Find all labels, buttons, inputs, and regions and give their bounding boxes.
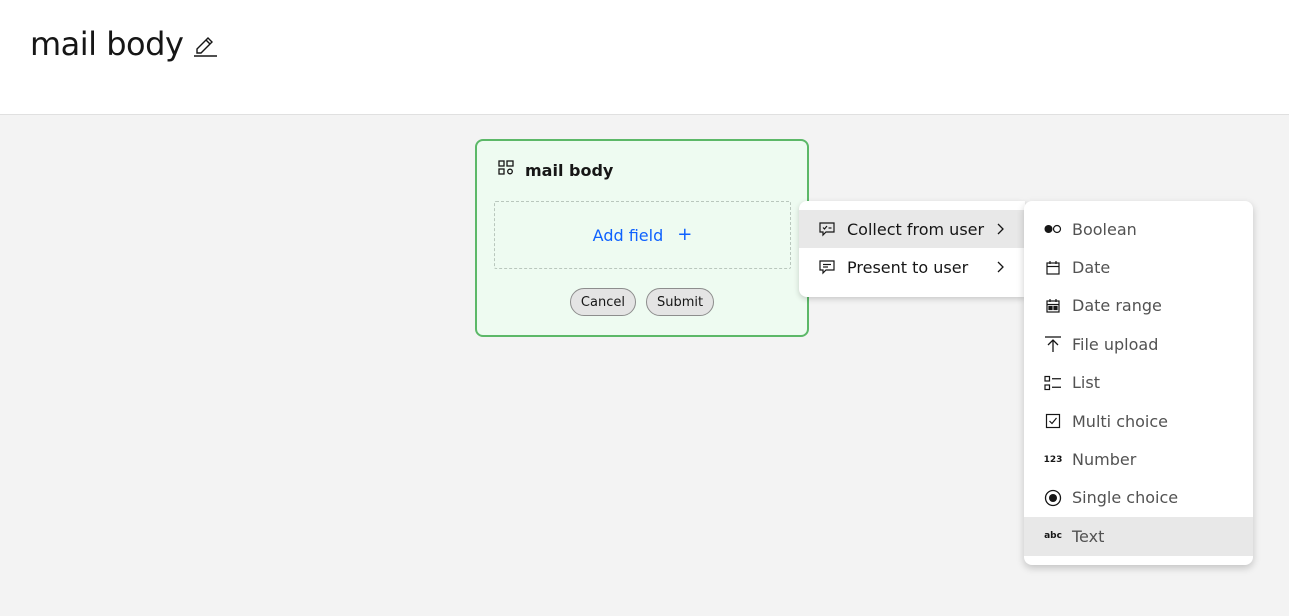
- radio-icon: [1044, 489, 1062, 507]
- text-icon: abc: [1044, 531, 1062, 542]
- menu-item-collect-from-user[interactable]: Collect from user: [799, 210, 1025, 248]
- submenu-item-label: Single choice: [1072, 488, 1179, 508]
- page-title: mail body: [30, 25, 184, 63]
- form-card[interactable]: mail body Add field + Cancel Submit: [475, 139, 809, 337]
- field-type-menu: Collect from user Present to user: [799, 201, 1025, 297]
- calendar-icon: [1044, 259, 1062, 277]
- submenu-item-list[interactable]: List: [1024, 364, 1253, 402]
- menu-item-present-to-user[interactable]: Present to user: [799, 248, 1025, 286]
- submenu-item-date[interactable]: Date: [1024, 248, 1253, 286]
- calendar-range-icon: [1044, 297, 1062, 315]
- submenu-item-file-upload[interactable]: File upload: [1024, 325, 1253, 363]
- submenu-item-label: Date range: [1072, 296, 1162, 316]
- form-icon: [497, 159, 515, 181]
- plus-icon: +: [677, 224, 693, 245]
- collect-submenu: Boolean Date Date range File upload List…: [1024, 201, 1253, 565]
- submenu-item-label: Number: [1072, 450, 1137, 470]
- add-field-button[interactable]: Add field +: [494, 201, 791, 269]
- card-actions: Cancel Submit: [477, 288, 807, 316]
- toggle-icon: [1044, 220, 1062, 238]
- submenu-item-label: Text: [1072, 526, 1105, 546]
- submenu-item-number[interactable]: 123 Number: [1024, 440, 1253, 478]
- submit-button[interactable]: Submit: [645, 288, 715, 316]
- present-icon: [818, 258, 836, 276]
- submenu-item-label: Multi choice: [1072, 411, 1169, 431]
- submenu-item-label: Date: [1072, 258, 1111, 278]
- page-header: mail body: [0, 0, 1289, 115]
- menu-item-label: Collect from user: [847, 219, 985, 239]
- list-icon: [1044, 374, 1062, 392]
- upload-icon: [1044, 335, 1062, 353]
- collect-icon: [818, 220, 836, 238]
- submenu-item-text[interactable]: abc Text: [1024, 517, 1253, 556]
- submenu-item-label: List: [1072, 373, 1100, 393]
- submenu-item-date-range[interactable]: Date range: [1024, 287, 1253, 325]
- pencil-icon: [192, 31, 218, 61]
- submenu-item-single-choice[interactable]: Single choice: [1024, 479, 1253, 517]
- chevron-right-icon: [995, 259, 1005, 278]
- submenu-item-boolean[interactable]: Boolean: [1024, 210, 1253, 248]
- number-icon: 123: [1043, 454, 1063, 465]
- chevron-right-icon: [995, 221, 1005, 240]
- submenu-item-multi-choice[interactable]: Multi choice: [1024, 402, 1253, 440]
- add-field-label: Add field: [592, 225, 664, 245]
- edit-title-button[interactable]: [191, 31, 219, 61]
- submenu-item-label: File upload: [1072, 334, 1159, 354]
- card-title: mail body: [525, 160, 614, 180]
- checkbox-icon: [1044, 412, 1062, 430]
- menu-item-label: Present to user: [847, 257, 969, 277]
- submenu-item-label: Boolean: [1072, 219, 1137, 239]
- card-header: mail body: [497, 159, 613, 181]
- cancel-button[interactable]: Cancel: [569, 288, 636, 316]
